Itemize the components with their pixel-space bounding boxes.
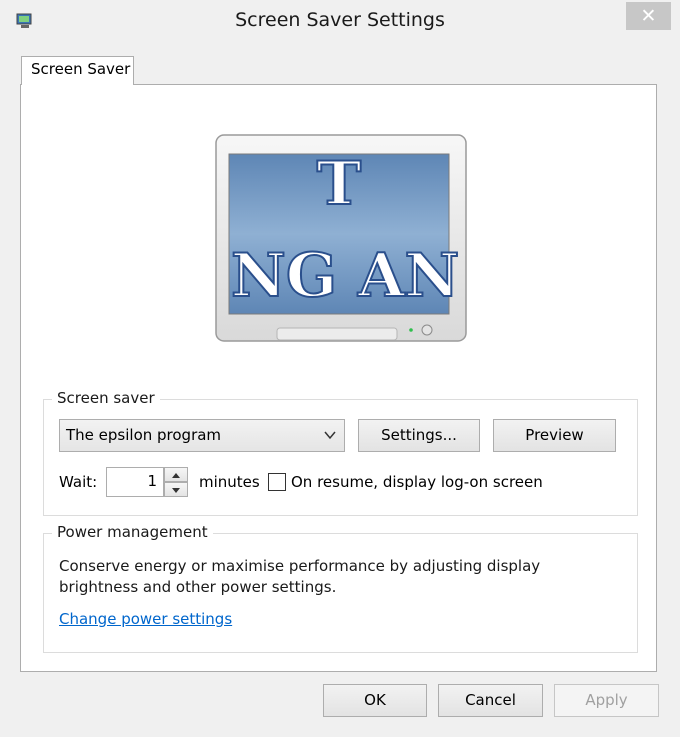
preview-text-top: T: [317, 149, 362, 219]
wait-label: Wait:: [59, 473, 98, 491]
chevron-down-icon: [324, 431, 336, 440]
power-description: Conserve energy or maximise performance …: [59, 557, 541, 596]
tab-screen-saver[interactable]: Screen Saver: [21, 56, 134, 85]
settings-button[interactable]: Settings...: [358, 419, 480, 452]
tab-panel: T NG AN Screen saver The epsilon program…: [20, 84, 657, 672]
preview-button[interactable]: Preview: [493, 419, 616, 452]
monitor-preview: T NG AN: [215, 134, 467, 342]
stepper-up-button[interactable]: [164, 467, 188, 482]
power-management-legend: Power management: [52, 523, 213, 541]
screen-saver-selected: The epsilon program: [66, 426, 222, 444]
minutes-label: minutes: [199, 473, 260, 491]
wait-minutes-input[interactable]: 1: [106, 467, 164, 497]
wait-stepper: [164, 467, 188, 497]
title-bar: Screen Saver Settings ✕: [0, 0, 680, 44]
ok-button[interactable]: OK: [323, 684, 427, 717]
preview-text-bottom: NG AN: [231, 241, 459, 311]
resume-logon-checkbox[interactable]: [268, 473, 286, 491]
change-power-settings-link[interactable]: Change power settings: [59, 610, 232, 628]
screen-saver-group-legend: Screen saver: [52, 389, 160, 407]
screen-saver-dropdown[interactable]: The epsilon program: [59, 419, 345, 452]
screen-saver-group: Screen saver The epsilon program Setting…: [43, 389, 638, 516]
close-button[interactable]: ✕: [626, 2, 671, 30]
resume-logon-label[interactable]: On resume, display log-on screen: [291, 473, 543, 491]
arrow-down-icon: [172, 488, 180, 493]
cancel-button[interactable]: Cancel: [438, 684, 543, 717]
arrow-up-icon: [172, 473, 180, 478]
window-title: Screen Saver Settings: [235, 9, 445, 31]
stepper-down-button[interactable]: [164, 482, 188, 497]
power-management-group: Power management Conserve energy or maxi…: [43, 523, 638, 653]
apply-button: Apply: [554, 684, 659, 717]
